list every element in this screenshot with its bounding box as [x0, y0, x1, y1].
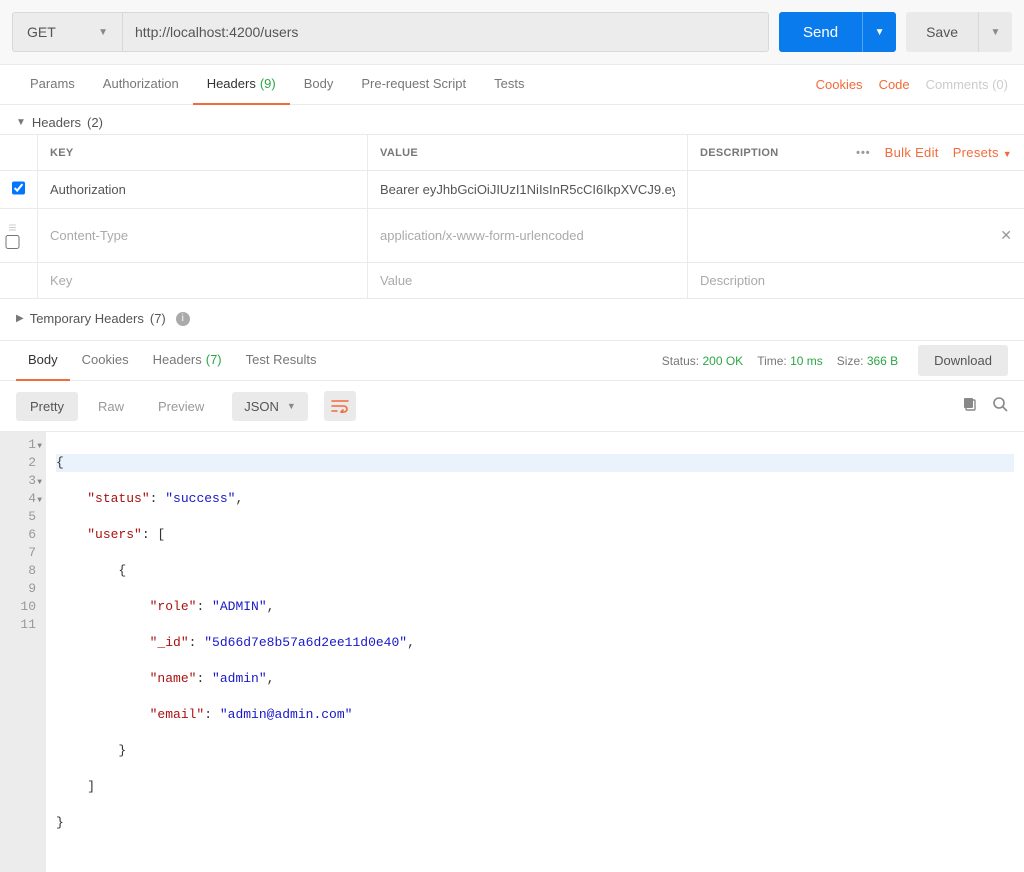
table-row: [0, 171, 1024, 209]
resp-tab-cookies[interactable]: Cookies: [70, 341, 141, 381]
method-select[interactable]: GET ▼: [12, 12, 122, 52]
right-links: Cookies Code Comments (0): [816, 77, 1008, 92]
viewer-right: [962, 396, 1008, 417]
close-icon[interactable]: ✕: [1000, 227, 1012, 244]
header-value-input[interactable]: [380, 273, 675, 288]
wrap-lines-icon[interactable]: [324, 391, 356, 421]
temp-headers-count: (7): [150, 311, 166, 326]
header-desc-input[interactable]: [700, 182, 1012, 197]
drag-handle-icon[interactable]: ≡: [8, 219, 16, 235]
header-desc-input[interactable]: [700, 273, 1012, 288]
resp-tab-test-results[interactable]: Test Results: [234, 341, 329, 381]
presets-dropdown[interactable]: Presets ▼: [953, 145, 1012, 160]
header-value-input[interactable]: [380, 228, 675, 243]
viewer-bar: Pretty Raw Preview JSON ▼: [0, 381, 1024, 431]
col-description: DESCRIPTION: [700, 147, 778, 159]
tab-body[interactable]: Body: [290, 65, 348, 105]
header-key-input[interactable]: [50, 273, 355, 288]
size-value: 366 B: [867, 354, 898, 368]
response-tabs: Body Cookies Headers (7) Test Results St…: [0, 341, 1024, 381]
table-row-new: [0, 263, 1024, 299]
request-bar: GET ▼ Send ▼ Save ▼: [0, 0, 1024, 65]
resp-tab-body[interactable]: Body: [16, 341, 70, 381]
search-icon[interactable]: [992, 396, 1008, 417]
response-meta: Status: 200 OK Time: 10 ms Size: 366 B D…: [662, 345, 1008, 376]
bulk-edit-link[interactable]: Bulk Edit: [885, 145, 939, 160]
tab-authorization[interactable]: Authorization: [89, 65, 193, 105]
headers-collapse-toggle[interactable]: ▼ Headers (2): [0, 105, 1024, 134]
send-dropdown[interactable]: ▼: [862, 12, 896, 52]
code-link[interactable]: Code: [879, 77, 910, 92]
more-icon[interactable]: •••: [856, 147, 871, 159]
code-content[interactable]: { "status": "success", "users": [ { "rol…: [46, 432, 1024, 872]
chevron-down-icon: ▼: [875, 27, 885, 38]
caret-down-icon: ▼: [16, 117, 26, 128]
header-desc-input[interactable]: [700, 227, 1000, 244]
tab-prerequest[interactable]: Pre-request Script: [347, 65, 480, 105]
status-value: 200 OK: [702, 354, 743, 368]
send-group: Send ▼: [779, 12, 896, 52]
chevron-down-icon: ▼: [287, 401, 296, 411]
info-icon[interactable]: i: [176, 312, 190, 326]
header-key-input[interactable]: [50, 182, 355, 197]
view-preview[interactable]: Preview: [144, 392, 218, 421]
copy-icon[interactable]: [962, 396, 978, 417]
chevron-down-icon: ▼: [991, 27, 1001, 38]
tab-params[interactable]: Params: [16, 65, 89, 105]
col-key: KEY: [38, 135, 368, 171]
caret-right-icon: ▶: [16, 313, 24, 324]
tab-headers[interactable]: Headers (9): [193, 65, 290, 105]
view-raw[interactable]: Raw: [84, 392, 138, 421]
send-button[interactable]: Send: [779, 12, 862, 52]
table-row: ≡ ✕: [0, 209, 1024, 263]
save-group: Save ▼: [906, 12, 1012, 52]
resp-tab-headers[interactable]: Headers (7): [141, 341, 234, 381]
header-key-input[interactable]: [50, 228, 355, 243]
chevron-down-icon: ▼: [1003, 149, 1012, 159]
view-pretty[interactable]: Pretty: [16, 392, 78, 421]
row-enable-checkbox[interactable]: [0, 235, 25, 249]
table-header-row: KEY VALUE DESCRIPTION ••• Bulk Edit Pres…: [0, 135, 1024, 171]
url-input[interactable]: [122, 12, 769, 52]
headers-count: (2): [87, 115, 103, 130]
temp-headers-title: Temporary Headers: [30, 311, 144, 326]
time-value: 10 ms: [790, 354, 823, 368]
cookies-link[interactable]: Cookies: [816, 77, 863, 92]
line-gutter: 1▼ 2 3▼ 4▼ 5 6 7 8 9 10 11: [0, 432, 46, 872]
method-value: GET: [27, 24, 56, 40]
resp-headers-count: (7): [206, 352, 222, 367]
tab-headers-count: (9): [260, 76, 276, 91]
col-value: VALUE: [368, 135, 688, 171]
request-tabs: Params Authorization Headers (9) Body Pr…: [0, 65, 1024, 105]
temp-headers-toggle[interactable]: ▶ Temporary Headers (7) i: [0, 299, 1024, 341]
header-value-input[interactable]: [380, 182, 675, 197]
response-body: 1▼ 2 3▼ 4▼ 5 6 7 8 9 10 11 { "status": "…: [0, 431, 1024, 872]
save-button[interactable]: Save: [906, 12, 978, 52]
headers-title: Headers: [32, 115, 81, 130]
save-dropdown[interactable]: ▼: [978, 12, 1012, 52]
format-select[interactable]: JSON ▼: [232, 392, 308, 421]
headers-table: KEY VALUE DESCRIPTION ••• Bulk Edit Pres…: [0, 134, 1024, 299]
chevron-down-icon: ▼: [98, 27, 108, 38]
download-button[interactable]: Download: [918, 345, 1008, 376]
tab-headers-label: Headers: [207, 76, 256, 91]
tab-tests[interactable]: Tests: [480, 65, 538, 105]
comments-link[interactable]: Comments (0): [926, 77, 1008, 92]
row-enable-checkbox[interactable]: [12, 181, 25, 195]
